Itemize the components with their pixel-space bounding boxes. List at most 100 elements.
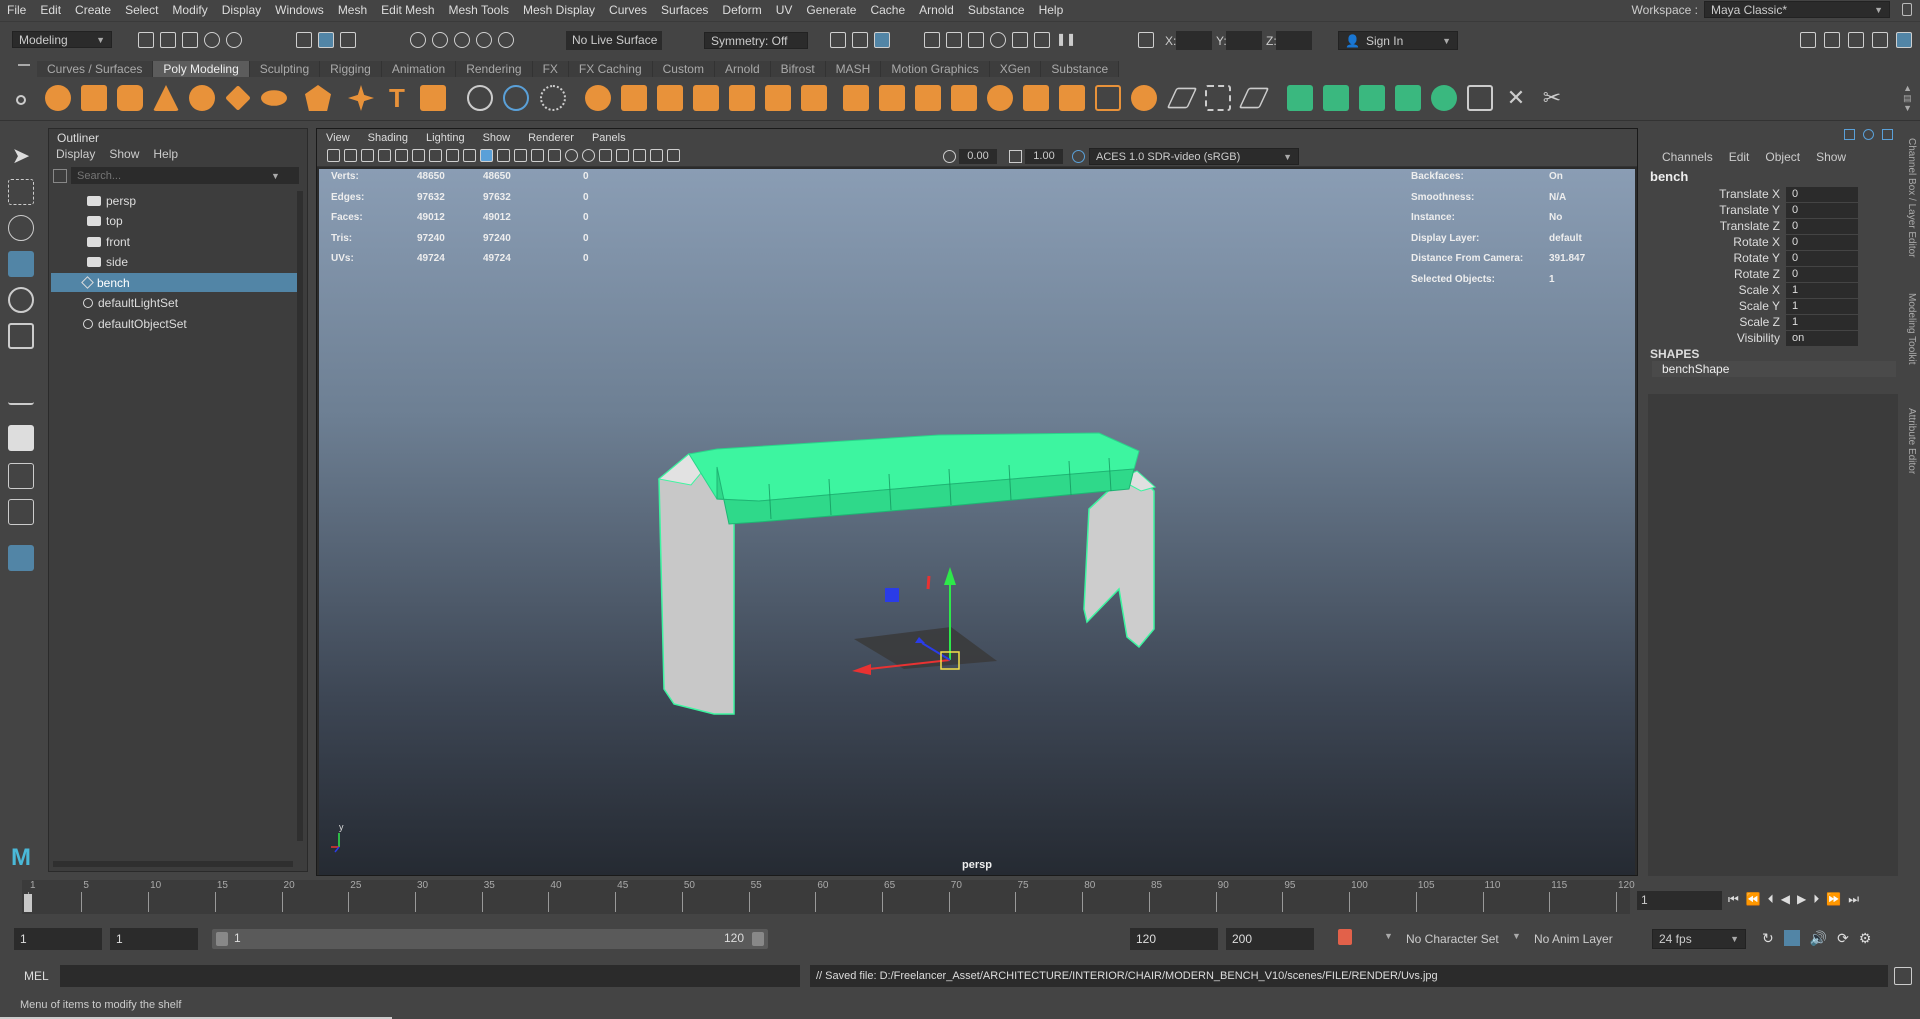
snap-view-plane-icon[interactable] [476,32,492,48]
combine-icon[interactable] [585,85,611,111]
scene-start-field[interactable]: 1 [14,928,102,950]
lights-icon[interactable] [531,149,544,162]
time-ruler[interactable]: 1 5 10 15 20 25 30 35 40 45 50 55 60 65 70 75 80 85 90 95 10… [22,880,1635,914]
character-set-field[interactable]: No Character Set [1400,928,1516,950]
smooth-icon[interactable] [693,85,719,111]
step-forward-key-icon[interactable]: ⏩ [1826,892,1841,907]
film-gate-icon[interactable] [412,149,425,162]
tab-attribute-editor[interactable]: Attribute Editor [1906,408,1917,474]
chevron-down-icon[interactable]: ▼ [271,171,280,181]
channel-value-field[interactable]: 0 [1786,186,1858,202]
outliner-item-bench[interactable]: bench [51,273,299,292]
go-to-start-icon[interactable]: ⏮ [1728,892,1739,907]
settings-icon[interactable]: ⚙ [1859,930,1872,947]
channel-rotate-z[interactable]: Rotate Z0 [1646,266,1896,282]
isolate-select-icon[interactable] [616,149,629,162]
live-surface-field[interactable]: No Live Surface [566,31,662,50]
selected-object-name[interactable]: bench [1650,169,1688,184]
play-forwards-icon[interactable]: ▶ [1797,892,1806,907]
tab-modeling-toolkit[interactable]: Modeling Toolkit [1906,293,1917,365]
x-field[interactable] [1176,31,1212,50]
reduce-icon[interactable] [801,85,827,111]
help-icon[interactable] [1863,129,1874,140]
viewport-menu-lighting[interactable]: Lighting [417,132,474,144]
checker-icon[interactable] [1467,85,1493,111]
menu-mesh-display[interactable]: Mesh Display [516,3,602,17]
svg-tool-icon[interactable] [420,85,446,111]
hypershade-icon[interactable] [1012,32,1028,48]
channel-value-field[interactable]: 1 [1786,282,1858,298]
viewport-canvas[interactable]: Verts: 48650 48650 0 Edges: 97632 97632 0 Faces:… [319,169,1635,875]
sew-uv-icon[interactable]: ✂ [1539,85,1565,111]
shelf-tab-bifrost[interactable]: Bifrost [770,61,826,77]
poly-plane-icon[interactable] [225,85,251,111]
select-hierarchy-icon[interactable] [296,32,312,48]
smooth-shade-icon[interactable] [497,149,510,162]
extract-icon[interactable] [657,85,683,111]
poly-disc-icon[interactable] [261,90,287,106]
float-panel-icon[interactable] [1882,129,1893,140]
menu-substance[interactable]: Substance [961,3,1032,17]
safe-action-icon[interactable] [446,149,459,162]
fps-dropdown[interactable]: 24 fps ▼ [1652,929,1746,949]
menu-select[interactable]: Select [118,3,165,17]
super-shape-icon[interactable] [348,85,374,111]
resolution-gate-icon[interactable] [429,149,442,162]
shelf-tab-sculpting[interactable]: Sculpting [249,61,321,77]
tab-channel-box-layer-editor[interactable]: Channel Box / Layer Editor [1906,138,1917,258]
bevel-icon[interactable] [915,85,941,111]
attribute-editor-icon[interactable] [1848,32,1864,48]
save-scene-icon[interactable] [182,32,198,48]
menu-surfaces[interactable]: Surfaces [654,3,715,17]
shelf-tab-xgen[interactable]: XGen [989,61,1042,77]
multi-cut-icon[interactable] [1166,87,1198,109]
current-frame-field[interactable]: 1 [1637,891,1722,910]
range-start-handle[interactable] [216,932,228,946]
shelf-scroll-arrows-icon[interactable]: ▲ ▤ ▼ [1903,83,1912,113]
move-tool-icon[interactable] [8,251,34,277]
tool-settings-icon[interactable] [1872,32,1888,48]
persp-outliner-layout-icon[interactable] [8,499,34,525]
menu-help[interactable]: Help [1032,3,1071,17]
playback-start-field[interactable]: 1 [110,928,198,950]
step-back-frame-icon[interactable]: ⏴ [1768,892,1774,907]
y-field[interactable] [1226,31,1262,50]
wireframe-on-shaded-icon[interactable] [480,149,493,162]
step-back-key-icon[interactable]: ⏪ [1746,892,1761,907]
channel-label[interactable]: Translate Z [1646,219,1786,233]
particle-tool-icon[interactable] [540,85,566,111]
type-tool-icon[interactable]: T [384,85,410,111]
menu-display[interactable]: Display [215,3,268,17]
xray-joints-icon[interactable] [650,149,663,162]
render-view-icon[interactable] [924,32,940,48]
backface-culling-icon[interactable] [667,149,680,162]
channel-value-field[interactable]: 0 [1786,202,1858,218]
mirror-icon[interactable] [765,85,791,111]
filter-icon[interactable] [53,169,67,183]
arnold-render-icon[interactable] [1034,32,1050,48]
menu-edit[interactable]: Edit [33,3,68,17]
poly-cube-icon[interactable] [81,85,107,111]
cylindrical-map-icon[interactable] [1359,85,1385,111]
shelf-settings-gear-icon[interactable] [16,95,26,105]
exposure-field[interactable]: 0.00 [959,149,997,164]
outliner-vertical-scrollbar[interactable] [297,191,303,841]
viewport-menu-show[interactable]: Show [474,132,520,144]
channel-scale-z[interactable]: Scale Z1 [1646,314,1896,330]
exposure-icon[interactable] [943,150,956,163]
grid-toggle-icon[interactable] [395,149,408,162]
human-ik-icon[interactable] [1824,32,1840,48]
menu-create[interactable]: Create [68,3,118,17]
extrude-icon[interactable] [843,85,869,111]
select-camera-icon[interactable] [327,149,340,162]
animation-preferences-icon[interactable]: ⟳ [1837,930,1849,947]
channel-rotate-x[interactable]: Rotate X0 [1646,234,1896,250]
separate-icon[interactable] [621,85,647,111]
append-polygon-icon[interactable] [987,85,1013,111]
channel-label[interactable]: Rotate X [1646,235,1786,249]
merge-icon[interactable] [1023,85,1049,111]
shelf-tab-custom[interactable]: Custom [652,61,715,77]
output-ops-icon[interactable] [852,32,868,48]
sound-icon[interactable]: 🔊 [1810,930,1827,947]
snap-grid-icon[interactable] [410,32,426,48]
